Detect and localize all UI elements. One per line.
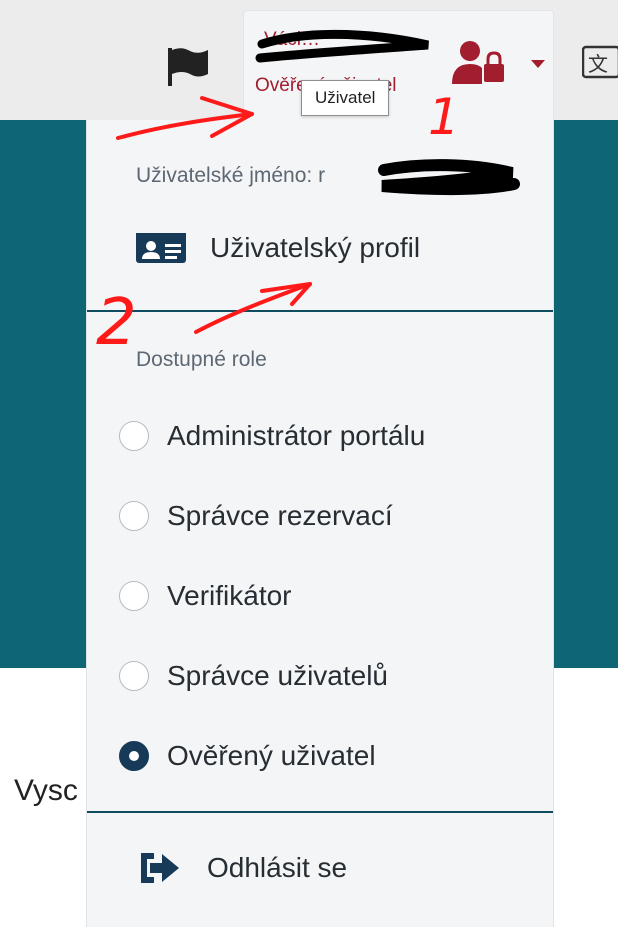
role-option-portal-admin[interactable]: Administrátor portálu: [119, 420, 425, 452]
logout-label: Odhlásit se: [207, 852, 348, 883]
role-label: Ověřený uživatel: [167, 740, 376, 771]
user-dropdown-menu: Uživatelské jméno: r Uživatelský profil …: [86, 120, 554, 927]
radio-button-checked[interactable]: [119, 741, 149, 771]
sign-out-icon: [141, 853, 179, 883]
role-option-verifier[interactable]: Verifikátor: [119, 580, 292, 612]
menu-divider: [87, 811, 553, 813]
caret-down-icon[interactable]: [531, 60, 545, 68]
radio-button[interactable]: [119, 661, 149, 691]
role-label: Administrátor portálu: [167, 420, 426, 451]
user-display-name: Václ…: [264, 29, 320, 50]
user-menu-toggle[interactable]: Václ… Ověřený uživatel: [243, 10, 554, 120]
role-label: Správce rezervací: [167, 500, 393, 531]
role-label: Správce uživatelů: [167, 660, 389, 691]
id-card-icon: [136, 233, 186, 263]
logout-button[interactable]: Odhlásit se: [137, 850, 347, 886]
translate-icon[interactable]: 文: [582, 45, 618, 79]
user-profile-label: Uživatelský profil: [210, 232, 421, 263]
role-label: Verifikátor: [167, 580, 292, 611]
role-option-user-manager[interactable]: Správce uživatelů: [119, 660, 388, 692]
username-label: Uživatelské jméno: r: [136, 164, 326, 187]
role-option-verified-user[interactable]: Ověřený uživatel: [119, 740, 376, 772]
page-body-text: Vysc: [14, 774, 78, 807]
user-profile-link[interactable]: Uživatelský profil: [136, 232, 420, 264]
svg-text:文: 文: [588, 52, 608, 76]
roles-heading: Dostupné role: [136, 348, 267, 371]
radio-button[interactable]: [119, 421, 149, 451]
radio-button[interactable]: [119, 581, 149, 611]
tooltip: Uživatel: [301, 80, 390, 116]
role-option-reservation-manager[interactable]: Správce rezervací: [119, 500, 393, 532]
flag-icon[interactable]: [166, 44, 210, 88]
user-lock-icon[interactable]: [452, 40, 506, 84]
radio-button[interactable]: [119, 501, 149, 531]
menu-divider: [87, 310, 553, 312]
